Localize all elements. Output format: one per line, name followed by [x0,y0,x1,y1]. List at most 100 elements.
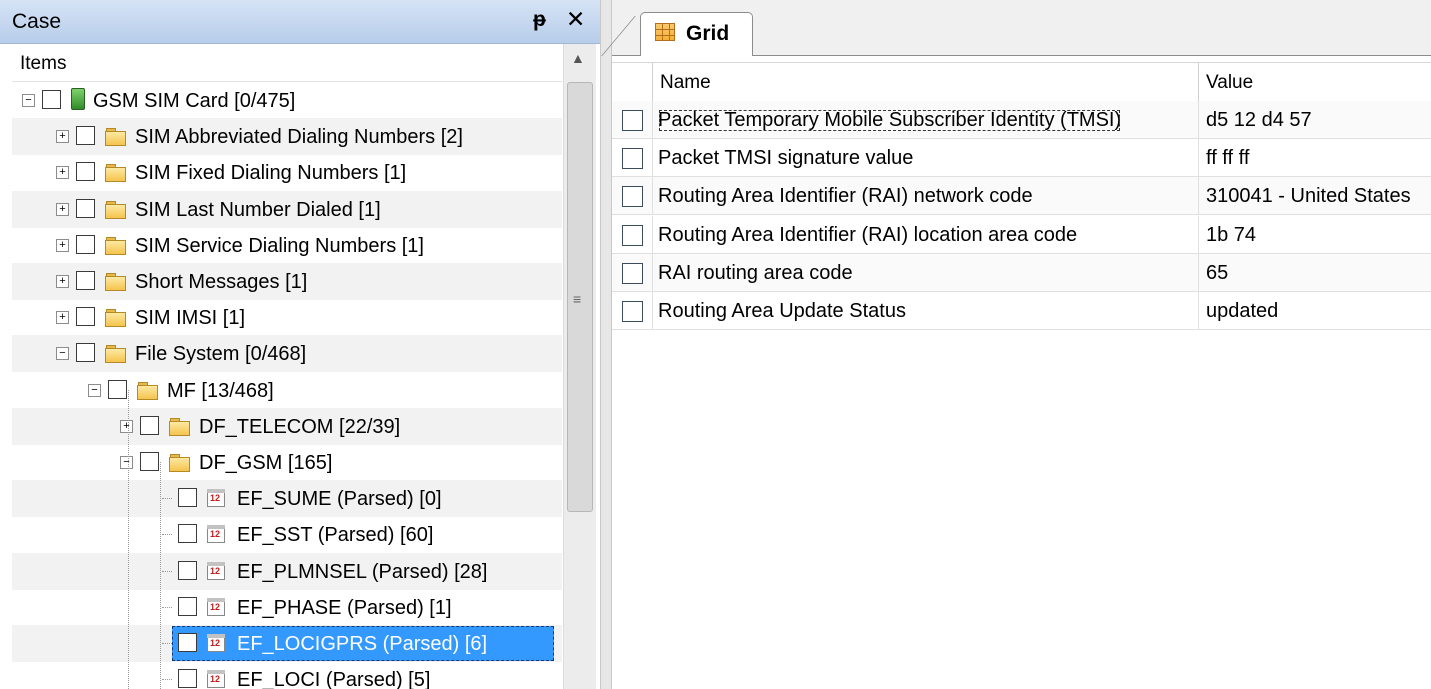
tree-item-checkbox[interactable] [76,271,95,290]
case-panel-title: Case [12,10,62,33]
tree-item[interactable]: + SIM Fixed Dialing Numbers [1] [12,154,562,191]
grid-row-checkbox[interactable] [622,186,643,208]
grid-cell-value: d5 12 d4 57 [1206,109,1312,131]
tree-item-label: Short Messages [1] [135,271,308,293]
grid-cell-value: 310041 - United States [1206,185,1411,208]
tree-item-label: EF_SST (Parsed) [60] [237,524,434,547]
tree-connector [162,534,172,536]
grid-cell-value: updated [1206,300,1279,322]
expand-icon[interactable]: + [120,419,133,433]
expand-icon[interactable]: + [56,166,69,180]
tree-item[interactable]: + DF_TELECOM [22/39] [12,407,562,445]
grid-row[interactable]: Routing Area Identifier (RAI) location a… [612,215,1431,254]
tree-item-label: EF_LOCI (Parsed) [5] [237,669,431,689]
expand-icon[interactable]: + [56,130,69,144]
collapse-icon[interactable]: − [22,94,35,107]
grid-row-checkbox[interactable] [622,224,643,246]
tree-item[interactable]: + SIM IMSI [1] [12,299,562,336]
calendar-icon: 12 [207,597,225,616]
expand-icon[interactable]: + [56,202,69,216]
pane-splitter[interactable] [600,0,612,689]
tree-item-checkbox[interactable] [178,633,197,652]
tree-scrollbar[interactable]: ▲ ≡ [563,44,596,689]
grid-row-checkbox[interactable] [622,110,643,131]
scroll-up-icon[interactable]: ▲ [571,50,585,66]
collapse-icon[interactable]: − [88,383,101,397]
tree-item-label: EF_PLMNSEL (Parsed) [28] [237,560,488,583]
grid-cell-name: Routing Area Identifier (RAI) location a… [658,223,1078,246]
tree-item[interactable]: − MF [13/468] [12,372,562,409]
tree-connector [162,606,172,608]
grid-row[interactable]: RAI routing area code 65 [612,253,1431,292]
tree-item-checkbox[interactable] [76,307,95,327]
tree-item[interactable]: 12 EF_SST (Parsed) [60] [12,516,562,553]
tree-item-checkbox[interactable] [140,452,159,471]
column-header-name[interactable]: Name [660,72,711,94]
tree-item[interactable]: + SIM Abbreviated Dialing Numbers [2] [12,118,562,156]
grid-row[interactable]: Routing Area Update Status updated [612,292,1431,330]
expand-icon[interactable]: + [56,238,69,252]
tree-connector [128,389,129,689]
tree-item[interactable]: + SIM Service Dialing Numbers [1] [12,227,562,264]
tree-item[interactable]: 12 EF_PHASE (Parsed) [1] [12,589,562,626]
cell-separator [1198,215,1199,254]
tree-item-label: SIM Service Dialing Numbers [1] [135,234,424,257]
tree-item-label: DF_GSM [165] [199,452,333,474]
grid-row[interactable]: Packet Temporary Mobile Subscriber Ident… [612,101,1431,139]
tree-item-checkbox[interactable] [178,488,197,508]
tree-item-label: File System [0/468] [135,343,307,366]
tree-item-checkbox[interactable] [42,90,61,109]
tree-connector [162,679,172,681]
grid-cell-value: 1b 74 [1206,223,1257,246]
cell-separator [652,215,653,254]
grid-row[interactable]: Routing Area Identifier (RAI) network co… [612,177,1431,216]
grid-row-checkbox[interactable] [622,262,643,284]
tree-item-checkbox[interactable] [76,343,95,363]
tree-item-checkbox[interactable] [140,415,159,435]
tree-item-checkbox[interactable] [108,379,127,399]
calendar-icon: 12 [207,670,225,689]
pin-icon[interactable]: ᵽ [533,8,546,32]
tree-item-checkbox[interactable] [178,524,197,544]
calendar-icon: 12 [207,489,225,508]
tree-item[interactable]: − GSM SIM Card [0/475] [12,82,562,119]
tree-connector [162,643,172,644]
grid-header: Name Value [612,62,1431,102]
tree-item[interactable]: 12 EF_SUME (Parsed) [0] [12,480,562,518]
expand-icon[interactable]: + [56,275,69,288]
scroll-thumb[interactable]: ≡ [567,82,593,512]
tree-item[interactable]: − File System [0/468] [12,335,562,373]
tree-item-checkbox[interactable] [76,162,95,182]
column-header-value[interactable]: Value [1206,72,1253,94]
items-column-header[interactable]: Items [12,44,562,82]
tree-item-checkbox[interactable] [76,234,95,254]
grid-row[interactable]: Packet TMSI signature value ff ff ff [612,139,1431,178]
collapse-icon[interactable]: − [120,456,133,469]
tree-item-checkbox[interactable] [76,126,95,146]
folder-icon [105,200,126,219]
tree-item-checkbox[interactable] [76,198,95,218]
grid-row-checkbox[interactable] [622,301,643,322]
close-icon[interactable]: ✕ [566,6,585,33]
tree-item[interactable]: 12 EF_LOCIGPRS (Parsed) [6] [12,625,562,662]
tree-item[interactable]: 12 EF_LOCI (Parsed) [5] [12,661,562,689]
tree-item[interactable]: + SIM Last Number Dialed [1] [12,190,562,228]
tree-item-checkbox[interactable] [178,560,197,580]
tree-item[interactable]: − DF_GSM [165] [12,444,562,481]
folder-icon [105,164,126,183]
cell-separator [1198,101,1199,139]
tree-item[interactable]: 12 EF_PLMNSEL (Parsed) [28] [12,552,562,590]
case-panel: Case ᵽ ✕ Items − GSM SIM Card [0/475] + SIM… [0,0,600,689]
expand-icon[interactable]: + [56,311,69,325]
grid-cell-name: Routing Area Update Status [658,300,906,322]
tree-item-checkbox[interactable] [178,669,197,689]
grid-row-checkbox[interactable] [622,148,643,170]
column-separator[interactable] [1198,63,1199,101]
tab-strip: Grid [601,0,1431,56]
tree-item[interactable]: + Short Messages [1] [12,263,562,300]
cell-separator [652,139,653,178]
collapse-icon[interactable]: − [56,347,69,361]
column-separator [652,63,653,101]
tree-item-checkbox[interactable] [178,596,197,616]
tab-grid[interactable]: Grid [640,12,753,56]
